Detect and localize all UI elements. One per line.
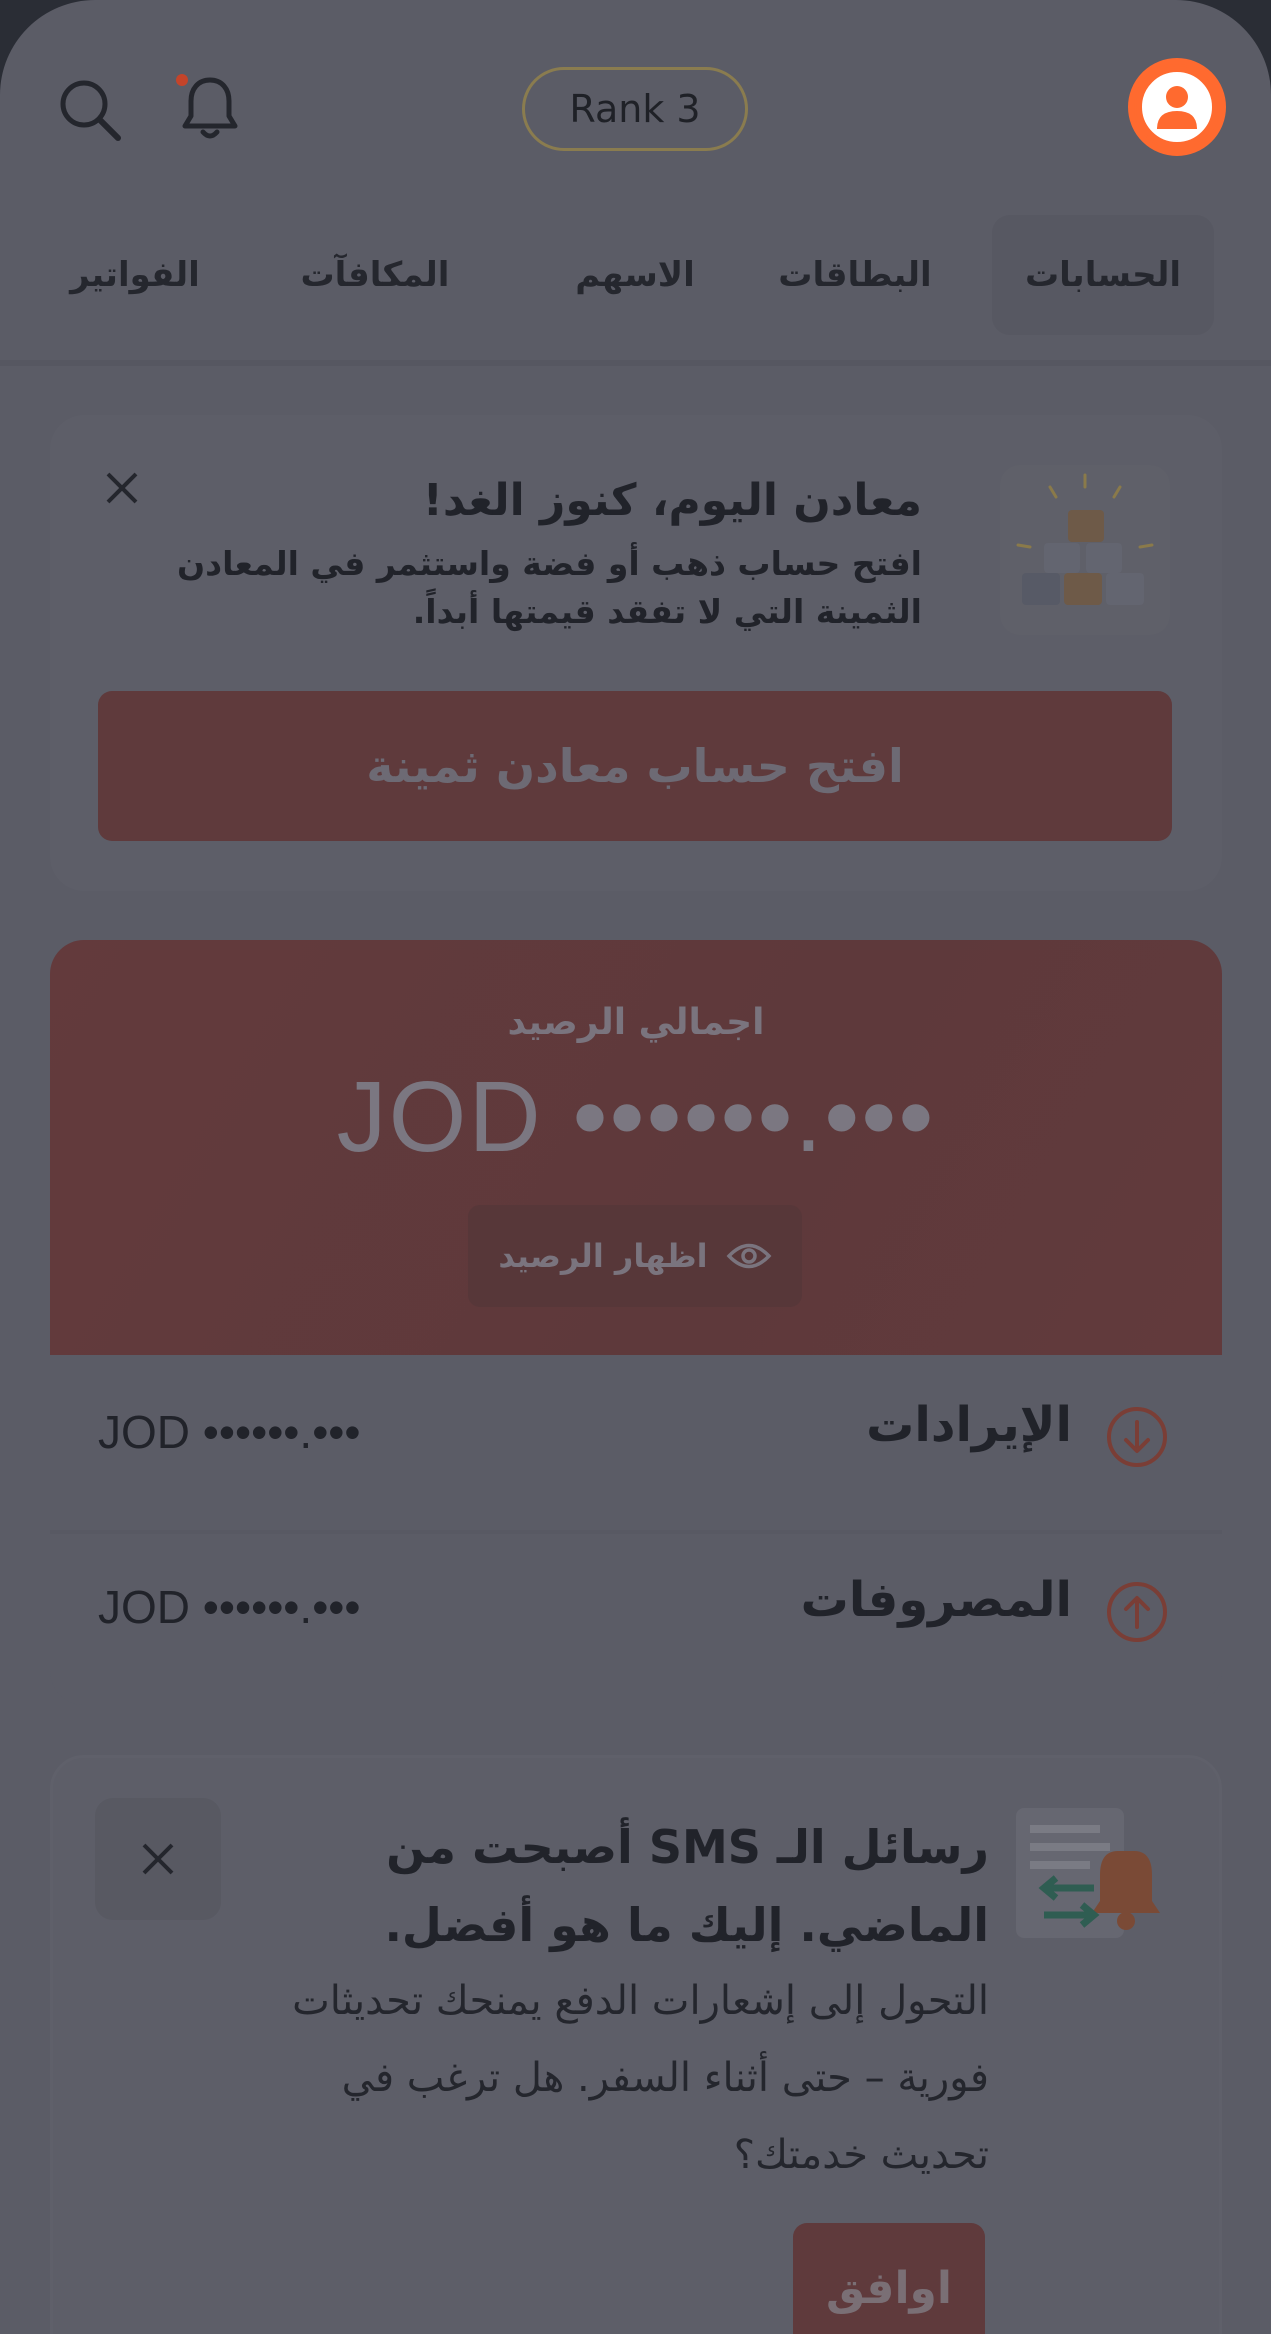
- balance-card: اجمالي الرصيد JOD ••••••.••• اظهار الرصي…: [50, 940, 1222, 1705]
- bell-icon: [182, 77, 238, 139]
- tab-rewards[interactable]: المكافآت: [280, 215, 470, 335]
- metals-promo-description: افتح حساب ذهب أو فضة واستثمر في المعادن …: [176, 544, 922, 631]
- show-balance-label: اظهار الرصيد: [498, 1237, 708, 1275]
- app-screen: Rank 3 الحسابات البطاقات الاسهم المكافآت…: [0, 0, 1271, 2334]
- sms-promo-card: رسائل الـ SMS أصبحت من الماضي. إليك ما ه…: [50, 1755, 1222, 2334]
- expenses-amount: JOD ••••••.•••: [98, 1581, 361, 1633]
- sms-promo-description: التحول إلى إشعارات الدفع يمنحك تحديثات ف…: [292, 1978, 989, 2178]
- balance-summary: اجمالي الرصيد JOD ••••••.••• اظهار الرصي…: [50, 940, 1222, 1355]
- main-tabs: الحسابات البطاقات الاسهم المكافآت الفوات…: [0, 215, 1271, 365]
- eye-icon: [726, 1243, 772, 1269]
- metals-promo-title: معادن اليوم، كنوز الغد!: [422, 475, 922, 526]
- tab-stocks[interactable]: الاسهم: [540, 215, 730, 335]
- income-row[interactable]: الإيرادات JOD ••••••.•••: [50, 1355, 1222, 1530]
- close-icon: [106, 472, 138, 504]
- open-metals-account-button[interactable]: افتح حساب معادن ثمينة: [98, 691, 1172, 841]
- close-sms-button[interactable]: [95, 1798, 221, 1920]
- income-label: الإيرادات: [866, 1397, 1072, 1453]
- arrow-up-circle-icon: [1107, 1582, 1167, 1642]
- expenses-label: المصروفات: [800, 1572, 1072, 1628]
- show-balance-button[interactable]: اظهار الرصيد: [468, 1205, 802, 1307]
- total-balance-label: اجمالي الرصيد: [507, 1002, 765, 1043]
- metals-promo-card: معادن اليوم، كنوز الغد! افتح حساب ذهب أو…: [50, 415, 1222, 891]
- top-bar: Rank 3: [0, 0, 1271, 210]
- sms-promo-title: رسائل الـ SMS أصبحت من الماضي. إليك ما ه…: [384, 1820, 989, 1952]
- close-icon: [142, 1843, 174, 1875]
- search-button[interactable]: [50, 70, 130, 150]
- total-balance-amount: JOD ••••••.•••: [336, 1061, 936, 1173]
- arrow-down-circle-icon: [1107, 1407, 1167, 1467]
- profile-button[interactable]: [1128, 58, 1226, 156]
- search-icon: [60, 80, 121, 141]
- tab-bills[interactable]: الفواتير: [60, 215, 210, 335]
- rank-badge[interactable]: Rank 3: [522, 67, 748, 151]
- agree-button[interactable]: اوافق: [793, 2223, 985, 2334]
- income-amount: JOD ••••••.•••: [98, 1406, 361, 1458]
- tab-cards[interactable]: البطاقات: [760, 215, 950, 335]
- close-metals-button[interactable]: [87, 453, 157, 523]
- notification-dot: [176, 74, 188, 86]
- expenses-row[interactable]: المصروفات JOD ••••••.•••: [50, 1530, 1222, 1705]
- tab-accounts[interactable]: الحسابات: [992, 215, 1214, 335]
- tabs-divider: [0, 360, 1271, 366]
- gold-bars-icon: [1000, 465, 1170, 635]
- user-avatar-icon: [1136, 66, 1218, 148]
- push-notification-icon: [1008, 1803, 1178, 1953]
